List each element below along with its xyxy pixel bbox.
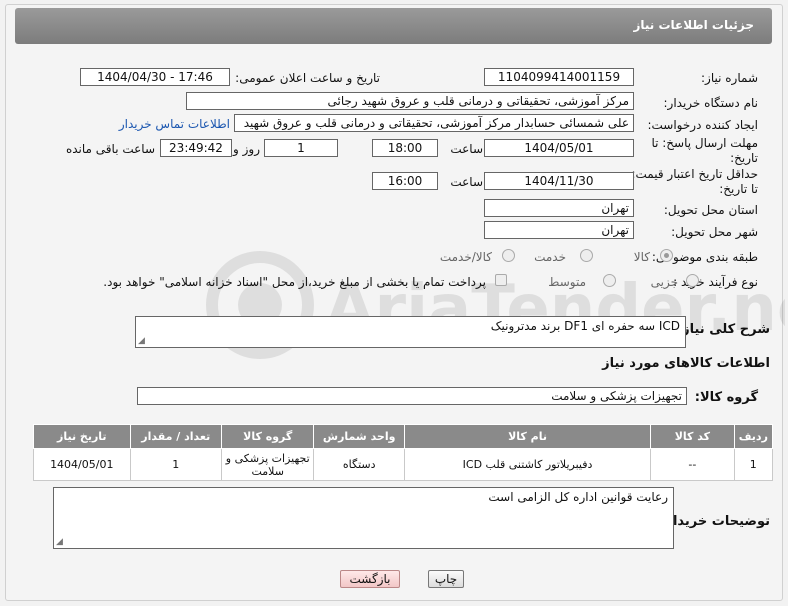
cell-row-number: 1 <box>733 448 774 481</box>
buyer-org-label: نام دستگاه خریدار: <box>663 96 759 110</box>
city-field: تهران <box>484 221 634 239</box>
process-radio-medium[interactable] <box>603 274 616 287</box>
validity-time-field: 16:00 <box>372 172 438 190</box>
deadline-label: مهلت ارسال پاسخ: تا تاریخ: <box>651 136 758 165</box>
table-header-row: ردیف کد کالا نام کالا واحد شمارش گروه کا… <box>33 424 774 449</box>
cell-goods-code: -- <box>650 448 735 481</box>
description-text: ICD سه حفره ای DF1 برند مدترونیک <box>490 319 680 333</box>
items-table: ردیف کد کالا نام کالا واحد شمارش گروه کا… <box>33 424 774 481</box>
col-goods-code: کد کالا <box>650 424 735 449</box>
buyer-contact-link[interactable]: اطلاعات تماس خریدار <box>119 117 230 131</box>
process-option-medium: متوسط <box>548 275 586 289</box>
treasury-payment-note: پرداخت تمام یا بخشی از مبلغ خرید،از محل … <box>103 275 486 289</box>
deadline-date-field: 1404/05/01 <box>484 139 634 157</box>
back-button[interactable]: بازگشت <box>340 570 400 588</box>
remaining-time-field: 23:49:42 <box>160 139 232 157</box>
category-option-goods: کالا <box>633 250 650 264</box>
col-goods-name: نام کالا <box>403 424 652 449</box>
category-option-goods-service: کالا/خدمت <box>439 250 492 264</box>
deadline-time-label: ساعت <box>450 142 483 156</box>
print-button[interactable]: چاپ <box>428 570 464 588</box>
cell-goods-group: تجهیزات پزشکی و سلامت <box>220 448 315 481</box>
days-field: 1 <box>264 139 338 157</box>
cell-quantity: 1 <box>129 448 223 481</box>
col-row-number: ردیف <box>733 424 774 449</box>
cell-need-date: 1404/05/01 <box>33 448 131 481</box>
goods-group-field: تجهیزات پزشکی و سلامت <box>137 387 687 405</box>
buyer-notes-textarea[interactable]: رعایت قوانین اداره کل الزامی است ◢ <box>53 487 674 549</box>
creator-field: علی شمسائی حسابدار مرکز آموزشی، تحقیقاتی… <box>234 114 634 132</box>
goods-group-label: گروه کالا: <box>694 390 758 405</box>
col-goods-group: گروه کالا <box>220 424 315 449</box>
page-title: جزئیات اطلاعات نیاز <box>633 18 754 32</box>
announce-date-label: تاریخ و ساعت اعلان عمومی: <box>235 71 380 85</box>
days-label: روز و <box>233 142 260 156</box>
need-number-field: 1104099414001159 <box>484 68 634 86</box>
province-label: استان محل تحویل: <box>663 203 758 217</box>
goods-info-title: اطلاعات کالاهای مورد نیاز <box>602 356 770 371</box>
city-label: شهر محل تحویل: <box>671 225 758 239</box>
buyer-org-field: مرکز آموزشی، تحقیقاتی و درمانی قلب و عرو… <box>186 92 634 110</box>
validity-time-label: ساعت <box>450 175 483 189</box>
province-field: تهران <box>484 199 634 217</box>
cell-goods-name: دفیبریلاتور کاشتنی قلب ICD <box>403 448 652 481</box>
category-radio-service[interactable] <box>580 249 593 262</box>
description-textarea[interactable]: ICD سه حفره ای DF1 برند مدترونیک ◢ <box>135 316 686 348</box>
announce-date-field: 1404/04/30 - 17:46 <box>80 68 230 86</box>
col-unit: واحد شمارش <box>313 424 405 449</box>
col-quantity: تعداد / مقدار <box>129 424 223 449</box>
remaining-label: ساعت باقی مانده <box>65 142 155 156</box>
buyer-notes-text: رعایت قوانین اداره کل الزامی است <box>488 490 668 504</box>
need-number-label: شماره نیاز: <box>701 71 758 85</box>
page-header: جزئیات اطلاعات نیاز <box>15 8 772 44</box>
deadline-time-field: 18:00 <box>372 139 438 157</box>
category-radio-goods-service[interactable] <box>502 249 515 262</box>
resize-grip-icon[interactable]: ◢ <box>138 336 145 346</box>
buyer-notes-label: توضیحات خریدار: <box>660 514 770 529</box>
validity-label: حداقل تاریخ اعتبار قیمت: تا تاریخ: <box>631 167 758 196</box>
table-row: 1 -- دفیبریلاتور کاشتنی قلب ICD دستگاه ت… <box>33 448 774 481</box>
process-option-minor: جزیی <box>650 275 678 289</box>
process-radio-minor[interactable] <box>686 274 699 287</box>
treasury-payment-checkbox[interactable] <box>495 274 507 286</box>
validity-date-field: 1404/11/30 <box>484 172 634 190</box>
category-radio-goods[interactable] <box>660 249 673 262</box>
description-label: شرح کلی نیاز: <box>676 322 770 337</box>
cell-unit: دستگاه <box>313 448 405 481</box>
category-option-service: خدمت <box>534 250 566 264</box>
creator-label: ایجاد کننده درخواست: <box>647 118 758 132</box>
col-need-date: تاریخ نیاز <box>33 424 131 449</box>
resize-grip-icon[interactable]: ◢ <box>56 537 63 547</box>
